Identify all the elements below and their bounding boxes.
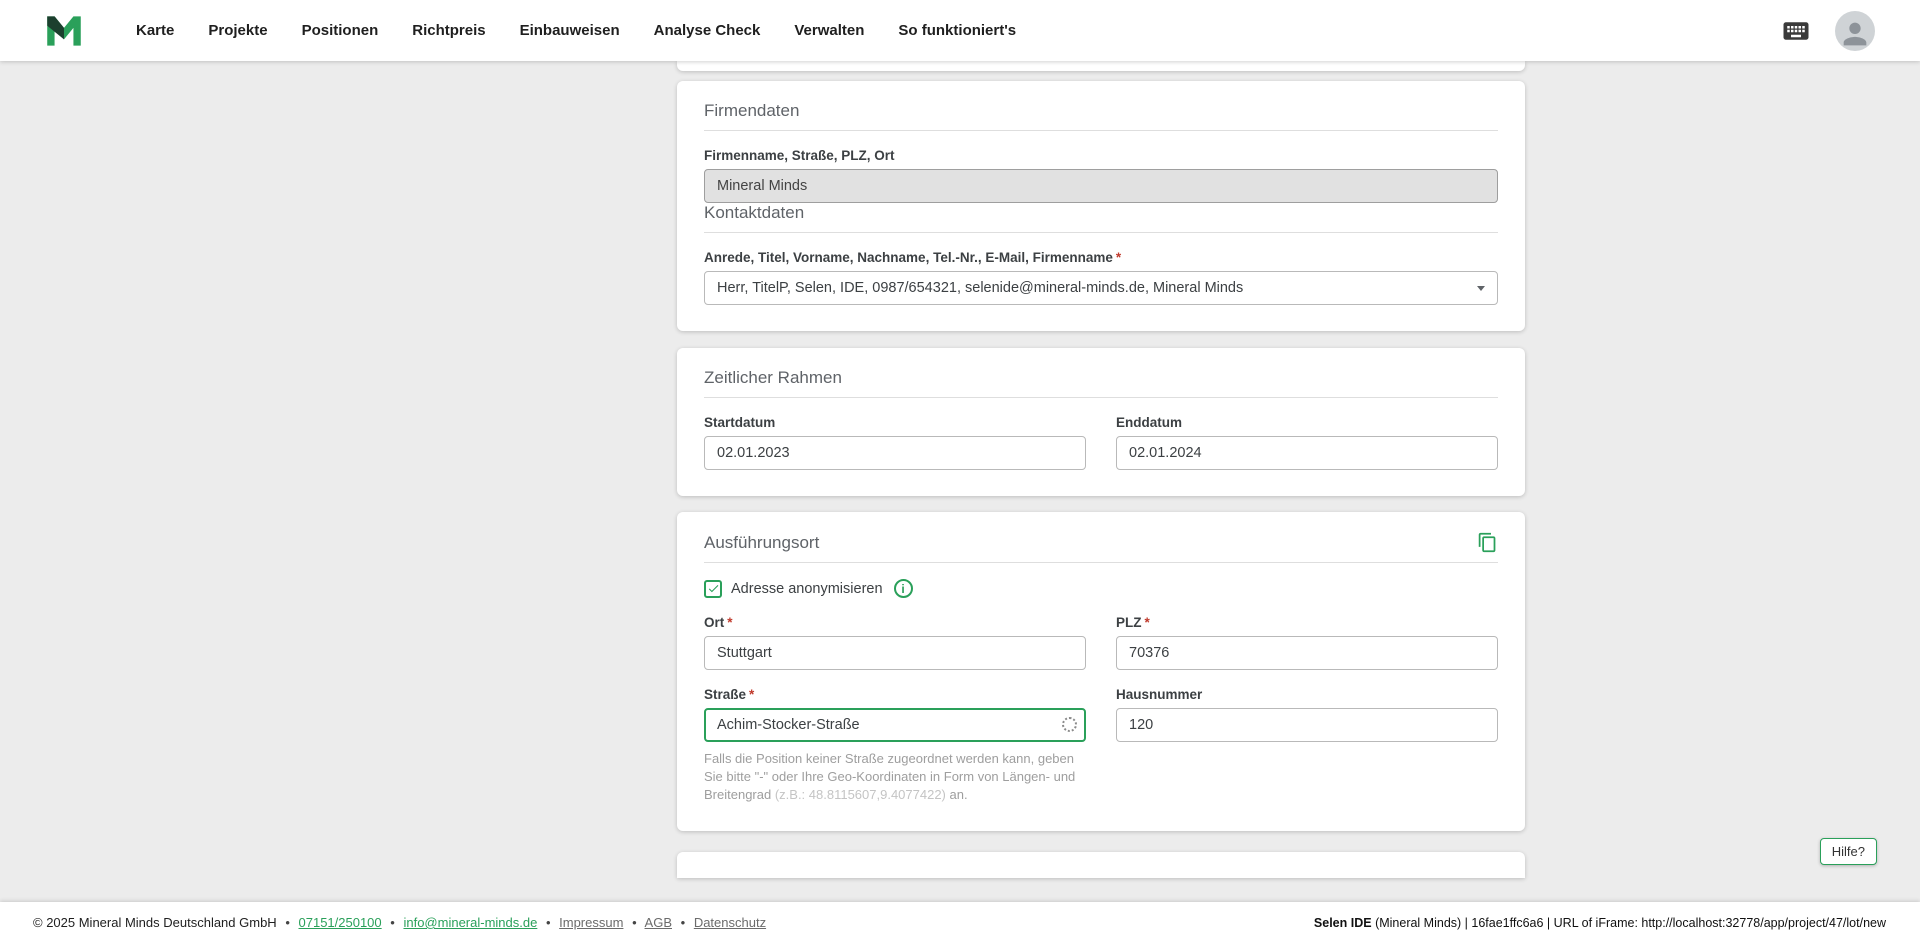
hausnummer-field: Hausnummer bbox=[1116, 670, 1498, 805]
nav-item-so-funktionierts[interactable]: So funktioniert's bbox=[898, 22, 1016, 39]
info-icon[interactable]: i bbox=[893, 579, 913, 598]
ide-info: (Mineral Minds) | 16fae1ffc6a6 | URL of … bbox=[1371, 915, 1886, 930]
separator-dot: • bbox=[390, 915, 395, 930]
footer-datenschutz-link[interactable]: Datenschutz bbox=[694, 915, 766, 930]
nav-item-richtpreis[interactable]: Richtpreis bbox=[412, 22, 485, 39]
ide-name: Selen IDE bbox=[1313, 915, 1372, 930]
hint-coordinates-example: (z.B.: 48.8115607,9.4077422) bbox=[774, 787, 946, 803]
previous-card-partial bbox=[677, 61, 1525, 71]
section-title-ausfuehrungsort: Ausführungsort bbox=[704, 532, 820, 552]
zeitraum-card: Zeitlicher Rahmen Startdatum Enddatum bbox=[677, 348, 1525, 496]
hausnummer-input[interactable] bbox=[1116, 708, 1498, 742]
plz-label: PLZ * bbox=[1116, 615, 1498, 630]
ausfuehrungsort-card: Ausführungsort Adresse anonymisieren i O… bbox=[677, 512, 1525, 831]
strasse-label-text: Straße bbox=[704, 687, 747, 702]
contact-select[interactable]: Herr, TitelP, Selen, IDE, 0987/654321, s… bbox=[704, 271, 1498, 305]
chevron-down-icon bbox=[1477, 285, 1485, 291]
hint-suffix: an. bbox=[945, 787, 968, 803]
required-asterisk: * bbox=[1144, 615, 1150, 630]
strasse-hint: Falls die Position keiner Straße zugeord… bbox=[704, 750, 1086, 805]
app-logo[interactable] bbox=[42, 10, 86, 52]
anonymize-checkbox[interactable] bbox=[704, 579, 722, 598]
strasse-input[interactable] bbox=[704, 708, 1086, 742]
contact-label: Anrede, Titel, Vorname, Nachname, Tel.-N… bbox=[704, 250, 1498, 265]
contact-label-text: Anrede, Titel, Vorname, Nachname, Tel.-N… bbox=[704, 250, 1113, 265]
company-label: Firmenname, Straße, PLZ, Ort bbox=[704, 148, 895, 163]
footer-right: Selen IDE (Mineral Minds) | 16fae1ffc6a6… bbox=[1314, 916, 1886, 930]
section-title-firmendaten: Firmendaten bbox=[704, 101, 800, 120]
required-asterisk: * bbox=[749, 687, 755, 702]
enddatum-input[interactable] bbox=[1116, 436, 1498, 470]
divider bbox=[704, 562, 1498, 563]
separator-dot: • bbox=[632, 915, 637, 930]
ort-label: Ort * bbox=[704, 615, 1086, 630]
footer-agb-link[interactable]: AGB bbox=[645, 915, 672, 930]
person-icon bbox=[1843, 22, 1867, 45]
footer-impressum-link[interactable]: Impressum bbox=[559, 915, 623, 930]
footer-phone-link[interactable]: 07151/250100 bbox=[299, 915, 382, 930]
plz-field: PLZ * bbox=[1116, 598, 1498, 670]
top-navbar: Karte Projekte Positionen Richtpreis Ein… bbox=[0, 0, 1920, 61]
ort-field: Ort * bbox=[704, 598, 1086, 670]
separator-dot: • bbox=[545, 915, 551, 930]
ort-input[interactable] bbox=[704, 636, 1086, 670]
check-icon bbox=[708, 585, 718, 593]
nav-item-verwalten[interactable]: Verwalten bbox=[794, 22, 864, 39]
startdatum-field: Startdatum bbox=[704, 398, 1086, 470]
strasse-field: Straße* Falls die Position keiner Straße… bbox=[704, 670, 1086, 805]
footer-email-link[interactable]: info@mineral-minds.de bbox=[403, 915, 537, 930]
plz-label-text: PLZ bbox=[1116, 615, 1142, 630]
copyright-text: © 2025 Mineral Minds Deutschland GmbH bbox=[33, 915, 277, 930]
required-asterisk: * bbox=[1115, 250, 1122, 265]
enddatum-field: Enddatum bbox=[1116, 398, 1498, 470]
contact-select-value: Herr, TitelP, Selen, IDE, 0987/654321, s… bbox=[717, 280, 1244, 296]
enddatum-label: Enddatum bbox=[1116, 415, 1182, 430]
separator-dot: • bbox=[680, 915, 686, 930]
nav-item-positionen[interactable]: Positionen bbox=[302, 22, 379, 39]
separator-dot: • bbox=[285, 915, 290, 930]
section-title-kontaktdaten: Kontaktdaten bbox=[704, 203, 805, 222]
footer: © 2025 Mineral Minds Deutschland GmbH • … bbox=[0, 902, 1920, 943]
mineral-minds-logo-icon bbox=[47, 15, 81, 46]
help-button[interactable]: Hilfe? bbox=[1819, 838, 1877, 865]
footer-left: © 2025 Mineral Minds Deutschland GmbH • … bbox=[33, 915, 766, 930]
loading-spinner-icon bbox=[1062, 717, 1077, 732]
main-nav: Karte Projekte Positionen Richtpreis Ein… bbox=[136, 22, 1016, 39]
user-avatar[interactable] bbox=[1835, 10, 1875, 51]
divider bbox=[704, 232, 1498, 233]
ort-label-text: Ort bbox=[704, 615, 725, 630]
startdatum-input[interactable] bbox=[704, 436, 1086, 470]
section-title-zeitraum: Zeitlicher Rahmen bbox=[704, 368, 842, 387]
firmendaten-card: Firmendaten Firmenname, Straße, PLZ, Ort… bbox=[677, 81, 1525, 331]
next-card-partial bbox=[677, 851, 1525, 878]
startdatum-label: Startdatum bbox=[704, 415, 776, 430]
anonymize-label: Adresse anonymisieren bbox=[731, 580, 883, 597]
hausnummer-label: Hausnummer bbox=[1116, 687, 1203, 702]
nav-item-einbauweisen[interactable]: Einbauweisen bbox=[520, 22, 620, 39]
anonymize-row: Adresse anonymisieren i bbox=[704, 579, 1498, 598]
nav-item-projekte[interactable]: Projekte bbox=[208, 22, 267, 39]
keyboard-icon[interactable] bbox=[1781, 16, 1811, 46]
nav-item-analyse-check[interactable]: Analyse Check bbox=[654, 22, 761, 39]
company-input bbox=[704, 169, 1498, 203]
copy-icon[interactable] bbox=[1477, 532, 1498, 553]
plz-input[interactable] bbox=[1116, 636, 1498, 670]
divider bbox=[704, 130, 1498, 131]
strasse-label: Straße * bbox=[704, 687, 1086, 702]
required-asterisk: * bbox=[727, 615, 733, 630]
nav-item-karte[interactable]: Karte bbox=[136, 22, 174, 39]
project-form: Firmendaten Firmenname, Straße, PLZ, Ort… bbox=[677, 0, 1525, 878]
topbar-right bbox=[1781, 10, 1875, 51]
